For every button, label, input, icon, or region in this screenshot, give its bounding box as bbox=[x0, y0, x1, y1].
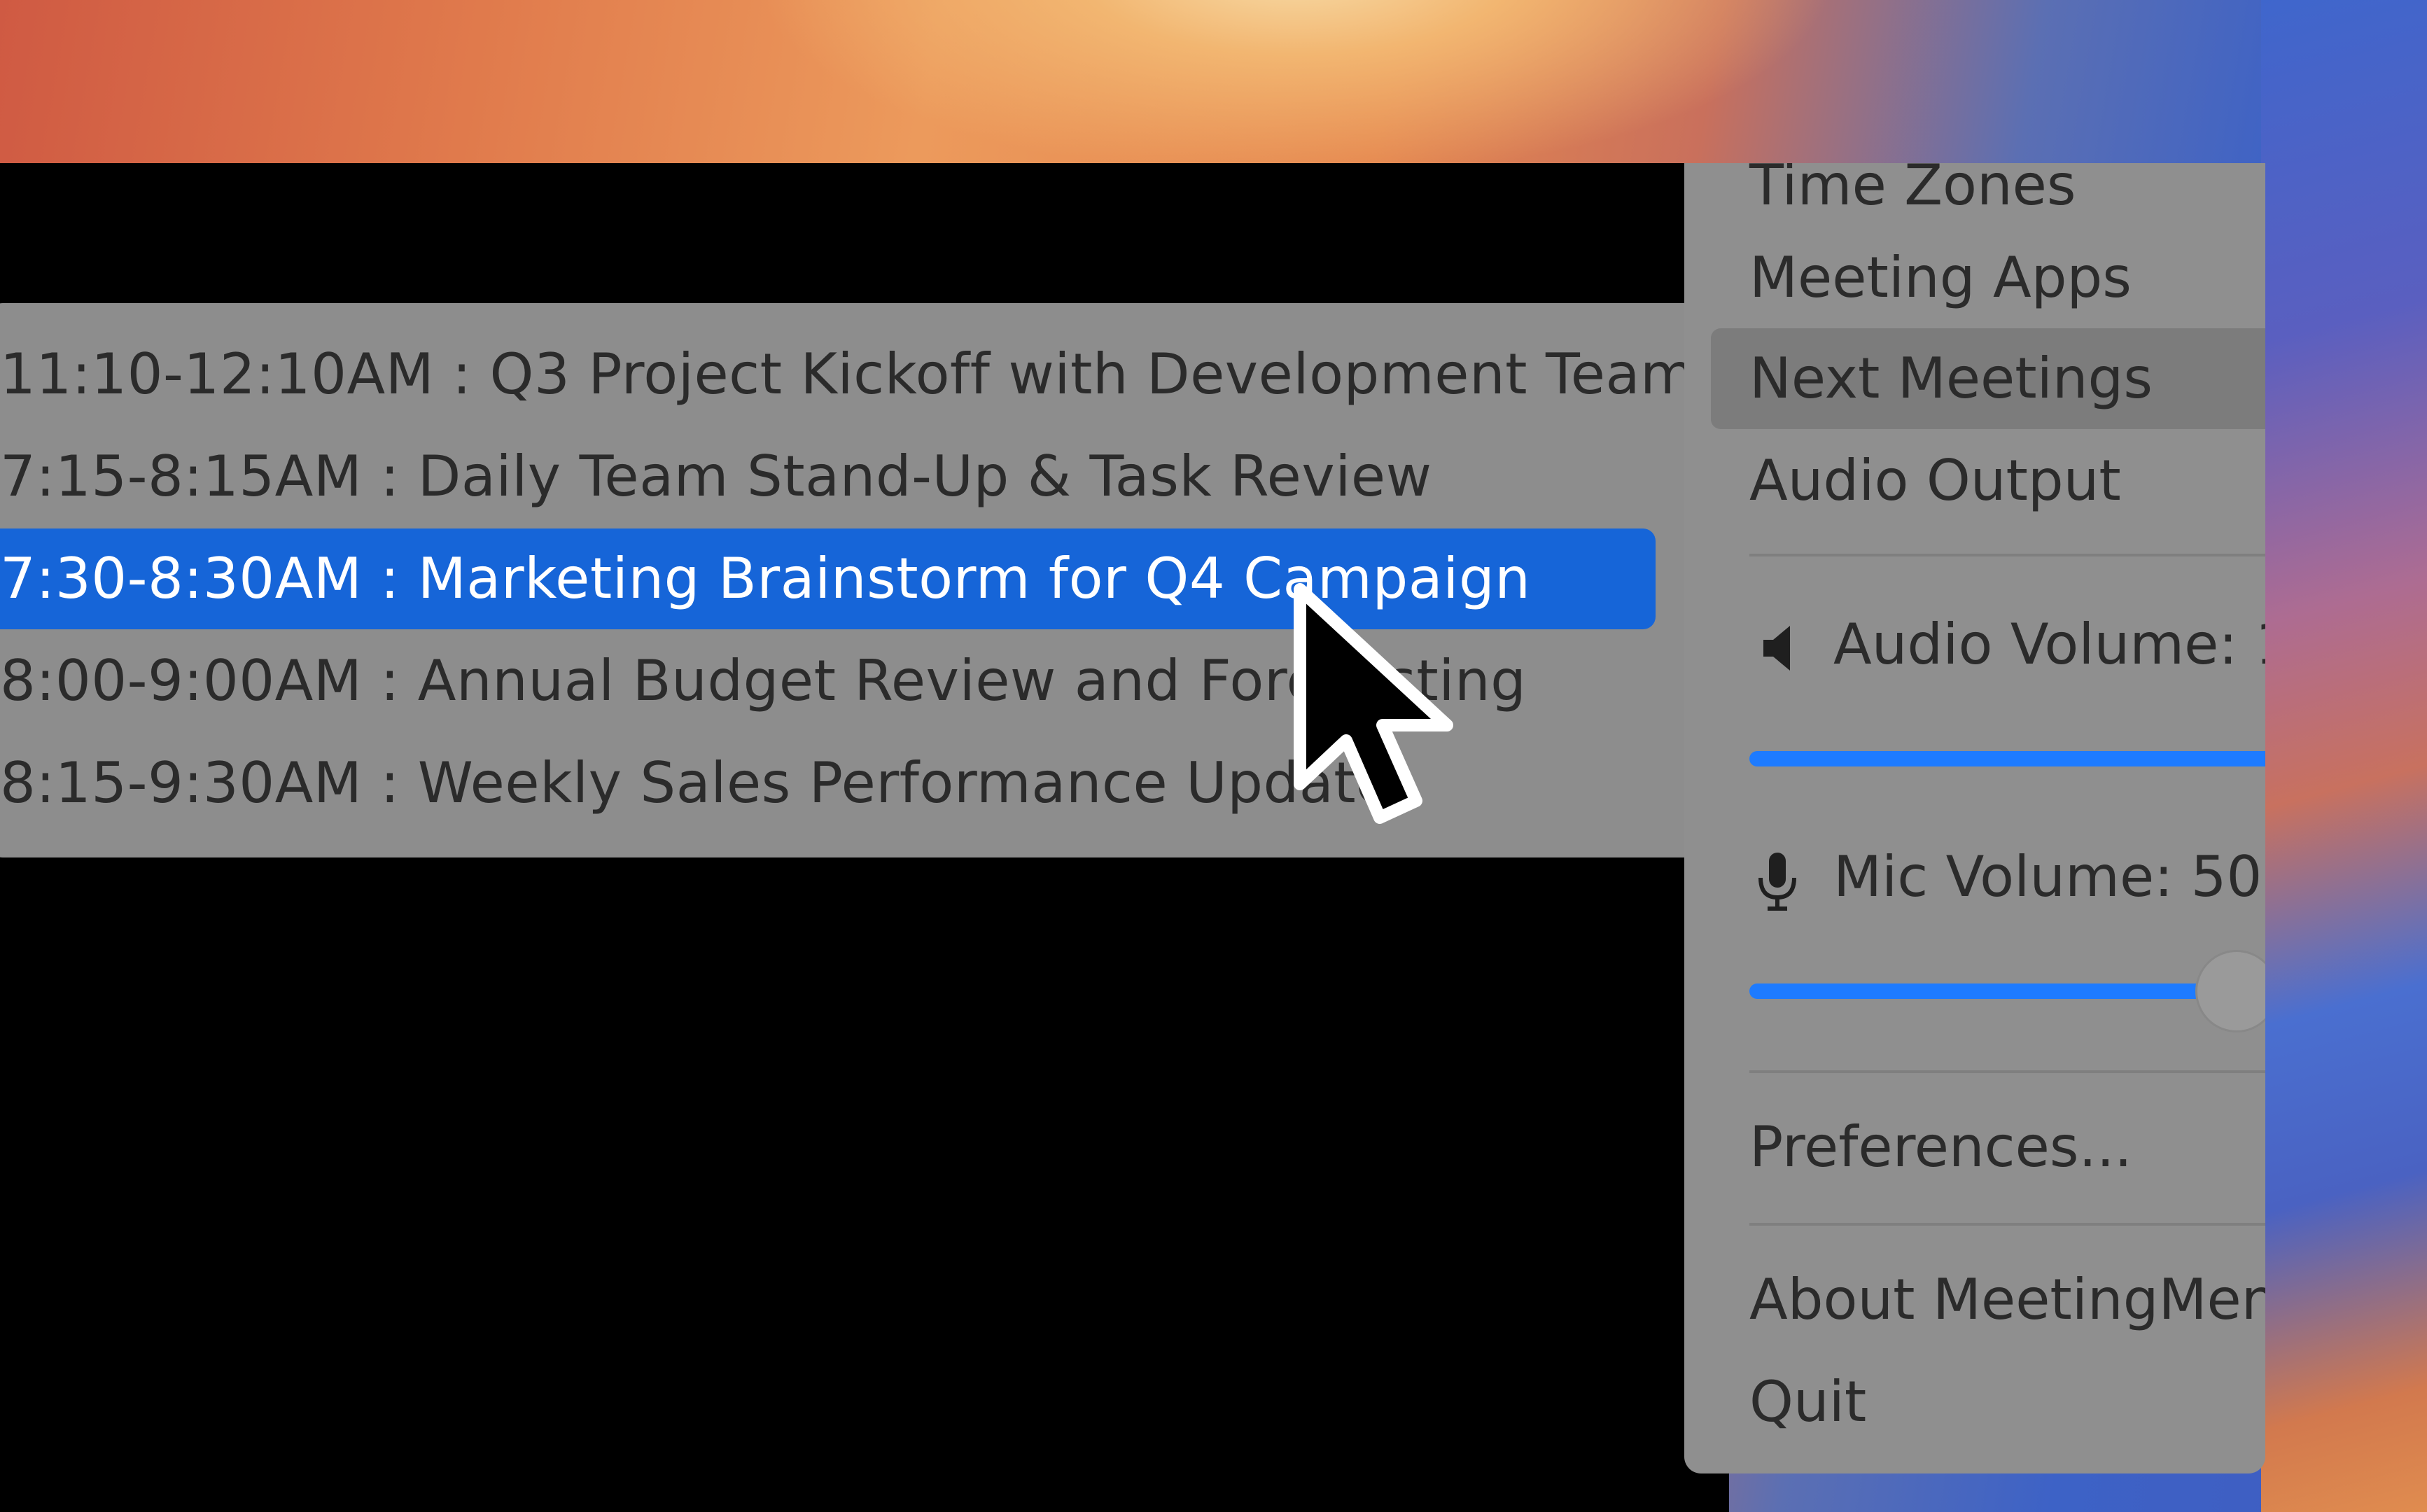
meeting-item[interactable]: 8:15-9:30AM : Weekly Sales Performance U… bbox=[0, 733, 1391, 834]
menu-item-quit[interactable]: Quit bbox=[1749, 1352, 1866, 1452]
mouse-cursor-icon bbox=[1294, 583, 1453, 824]
meeting-item[interactable]: 7:15-8:15AM : Daily Team Stand-Up & Task… bbox=[0, 426, 1432, 527]
microphone-icon bbox=[1749, 846, 1805, 916]
screen: 11:10-12:10AM : Q3 Project Kickoff with … bbox=[0, 0, 2427, 1512]
menu-separator bbox=[1749, 1070, 2265, 1073]
menu-item-meeting-apps[interactable]: Meeting Apps bbox=[1749, 227, 2132, 328]
desktop-wallpaper-right bbox=[2261, 0, 2427, 1512]
mic-volume-row: Mic Volume: 50 bbox=[1749, 828, 2262, 926]
speaker-icon bbox=[1749, 613, 1805, 683]
menu-item-next-meetings[interactable]: Next Meetings bbox=[1749, 328, 2153, 429]
mic-volume-label: Mic Volume: 50 bbox=[1833, 844, 2262, 909]
mic-volume-slider[interactable] bbox=[1749, 983, 2211, 999]
menu-item-audio-output[interactable]: Audio Output bbox=[1749, 430, 2121, 531]
menu-item-time-zones[interactable]: Time Zones bbox=[1749, 163, 2076, 236]
menu-item-about[interactable]: About MeetingMenu bbox=[1749, 1250, 2265, 1350]
mic-volume-slider-knob[interactable] bbox=[2195, 950, 2265, 1032]
audio-volume-row: Audio Volume: 1 bbox=[1749, 596, 2265, 694]
audio-volume-slider[interactable] bbox=[1749, 751, 2265, 766]
audio-volume-label: Audio Volume: 1 bbox=[1833, 612, 2265, 677]
app-menu: Time Zones Meeting Apps Next Meetings Au… bbox=[1684, 163, 2265, 1474]
menu-separator bbox=[1749, 1223, 2265, 1226]
meeting-item[interactable]: 11:10-12:10AM : Q3 Project Kickoff with … bbox=[0, 324, 1695, 425]
menu-item-preferences[interactable]: Preferences... bbox=[1749, 1097, 2132, 1198]
menu-separator bbox=[1749, 554, 2265, 556]
